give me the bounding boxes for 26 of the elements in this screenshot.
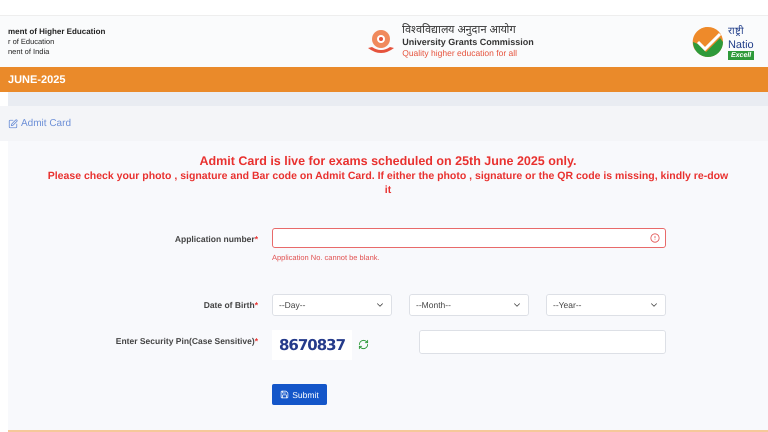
date-select[interactable]: --Day-- [272, 294, 392, 316]
captcha-image: 8670837 [272, 330, 352, 360]
ugc-name: University Grants Commission [402, 37, 534, 48]
nta-hindi-name: राष्ट्री [728, 24, 745, 38]
field-label: Date of Birth* [202, 299, 258, 310]
emblem-icon [366, 28, 396, 56]
nta-name: Natio [728, 38, 754, 50]
check-logo-icon [692, 26, 724, 58]
submit-button[interactable]: Submit [272, 384, 327, 405]
notice-text: Please check your photo , signature and Bar code on Admit Card. If either the photo , signature or the QR code is missing, kindly re-dow [48, 170, 728, 182]
edit-icon [8, 118, 18, 128]
save-icon [280, 390, 290, 399]
ministry-text: ment of Higher Education [8, 26, 106, 36]
security-pin-field[interactable] [419, 330, 666, 354]
date-select[interactable]: --Year-- [546, 294, 666, 316]
ugc-hindi-name: विश्वविद्यालय अनुदान आयोग [402, 24, 517, 37]
banner-title: JUNE-2025 [8, 74, 66, 86]
date-select[interactable]: --Month-- [409, 294, 529, 316]
notice-text: it [384, 184, 392, 196]
error-icon [650, 233, 660, 243]
field-label: Application number* [174, 233, 258, 244]
application-number-field[interactable] [272, 228, 666, 248]
ugc-tagline: Quality higher education for all [402, 48, 518, 59]
notice-headline: Admit Card is live for exams scheduled on 25th June 2025 only. [200, 154, 576, 168]
field-label: Enter Security Pin(Case Sensitive)* [114, 335, 258, 346]
refresh-icon[interactable] [358, 339, 369, 350]
